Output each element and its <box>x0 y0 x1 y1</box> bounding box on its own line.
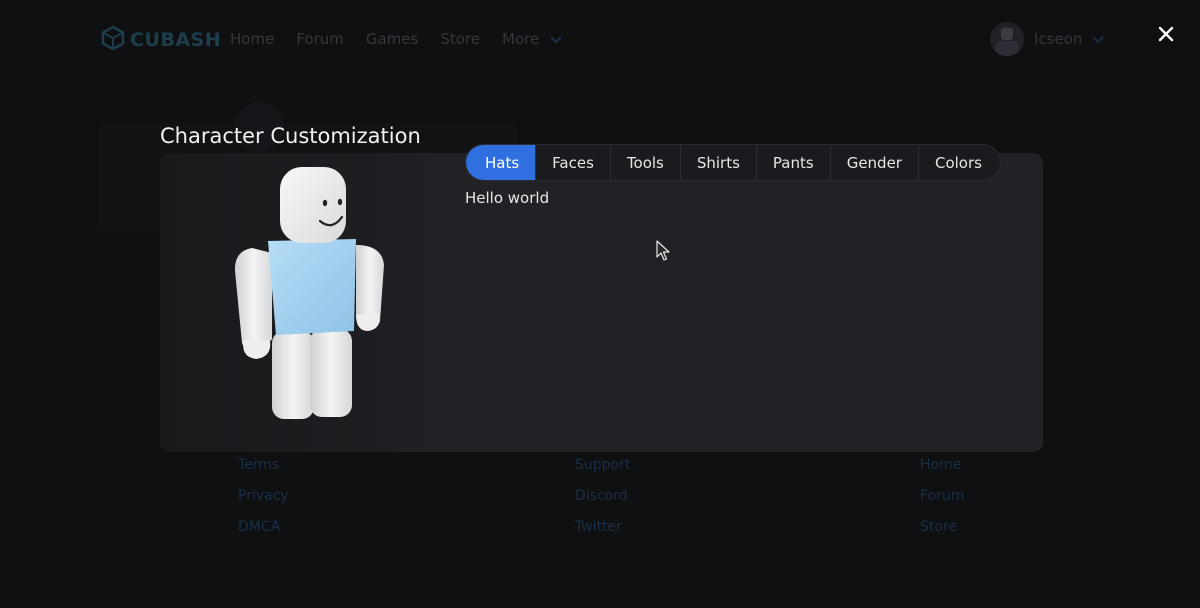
footer-link-terms[interactable]: Terms <box>238 457 289 475</box>
navbar: CUBASH Home Forum Games Store More Icseo… <box>0 0 1200 78</box>
character-preview <box>160 153 452 452</box>
brand-name: CUBASH <box>130 29 222 51</box>
footer-column-community: Support Discord Twitter <box>575 457 630 537</box>
nav-forum[interactable]: Forum <box>296 30 344 48</box>
modal-title: Character Customization <box>160 124 421 148</box>
tab-hats[interactable]: Hats <box>466 145 537 180</box>
tab-faces[interactable]: Faces <box>536 145 611 180</box>
footer-link-dmca[interactable]: DMCA <box>238 519 289 537</box>
footer-link-support[interactable]: Support <box>575 457 630 475</box>
character-avatar-render <box>234 167 384 419</box>
tab-gender[interactable]: Gender <box>831 145 919 180</box>
footer-link-store[interactable]: Store <box>920 519 964 537</box>
nav-store[interactable]: Store <box>440 30 480 48</box>
mouse-cursor-icon <box>656 240 670 266</box>
tab-colors[interactable]: Colors <box>919 145 1000 180</box>
tab-tools[interactable]: Tools <box>611 145 681 180</box>
chevron-down-icon <box>1092 30 1105 48</box>
close-icon[interactable] <box>1156 24 1176 44</box>
tab-content-text: Hello world <box>465 189 550 207</box>
user-menu[interactable]: Icseon <box>990 22 1105 56</box>
footer-link-home[interactable]: Home <box>920 457 964 475</box>
footer-link-discord[interactable]: Discord <box>575 488 630 506</box>
footer-link-forum[interactable]: Forum <box>920 488 964 506</box>
nav-home[interactable]: Home <box>230 30 274 48</box>
nav-links: Home Forum Games Store More <box>230 30 562 48</box>
customization-modal <box>160 153 1043 452</box>
avatar <box>990 22 1024 56</box>
nav-more-label: More <box>502 30 540 48</box>
tab-pants[interactable]: Pants <box>757 145 831 180</box>
footer-link-privacy[interactable]: Privacy <box>238 488 289 506</box>
nav-games[interactable]: Games <box>366 30 418 48</box>
brand-logo[interactable]: CUBASH <box>100 25 221 55</box>
cube-logo-icon <box>100 25 126 55</box>
username: Icseon <box>1034 30 1083 48</box>
chevron-down-icon <box>550 30 562 48</box>
footer-column-legal: Terms Privacy DMCA <box>238 457 289 537</box>
nav-more[interactable]: More <box>502 30 562 48</box>
footer-link-twitter[interactable]: Twitter <box>575 519 630 537</box>
tab-shirts[interactable]: Shirts <box>681 145 757 180</box>
category-tabs: Hats Faces Tools Shirts Pants Gender Col… <box>465 144 1001 181</box>
footer-column-navigation: Home Forum Store <box>920 457 964 537</box>
